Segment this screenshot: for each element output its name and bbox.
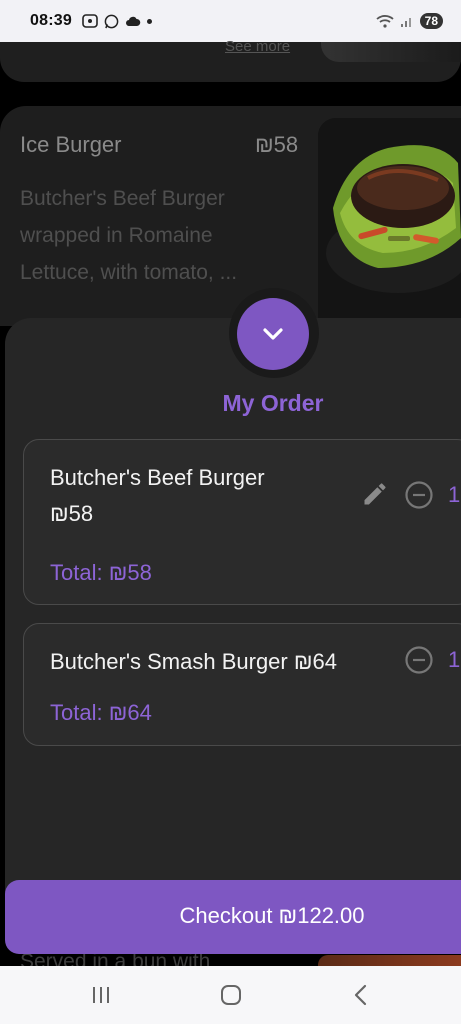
- back-button[interactable]: [341, 980, 381, 1010]
- battery-indicator: 78: [419, 13, 443, 29]
- burger-photo: [318, 118, 461, 318]
- back-icon: [354, 984, 367, 1006]
- status-notification-icons: [82, 14, 152, 29]
- order-item-quantity: 1: [448, 647, 461, 672]
- recent-apps-button[interactable]: [81, 980, 121, 1010]
- notification-dot-icon: [146, 18, 152, 24]
- menu-item-description: Butcher's Beef Burger wrapped in Romaine…: [20, 180, 290, 291]
- status-bar: 08:39 78: [0, 0, 461, 42]
- menu-item-card-previous: See more: [0, 38, 461, 82]
- status-time: 08:39: [30, 12, 72, 29]
- see-more-link: See more: [225, 38, 291, 55]
- home-icon: [221, 985, 241, 1005]
- system-navigation-bar: [0, 966, 461, 1024]
- minus-circle-icon[interactable]: [404, 480, 434, 510]
- order-item-quantity: 1: [448, 482, 461, 507]
- pencil-icon[interactable]: [361, 480, 389, 508]
- wifi-icon: [376, 15, 394, 28]
- order-item-card[interactable]: Butcher's Beef Burger ₪58 1 Total: ₪58: [23, 439, 461, 605]
- chevron-down-icon: [263, 328, 283, 340]
- minus-circle-icon[interactable]: [404, 645, 434, 675]
- menu-item-title: Ice Burger: [20, 132, 122, 157]
- order-item-name: Butcher's Beef Burger ₪58: [50, 460, 330, 532]
- recent-apps-icon: [93, 987, 109, 1003]
- description-line: Lettuce, with tomato, ...: [20, 261, 238, 284]
- order-item-total: Total: ₪58: [50, 560, 152, 585]
- order-item-name: Butcher's Smash Burger ₪64: [50, 649, 338, 674]
- sheet-title: My Order: [222, 390, 324, 416]
- checkout-button[interactable]: Checkout ₪122.00: [5, 880, 461, 954]
- menu-item-image: [321, 42, 461, 62]
- checkout-label: Checkout ₪122.00: [179, 903, 365, 928]
- order-item-price: ₪58: [50, 501, 94, 526]
- order-item-card[interactable]: Butcher's Smash Burger ₪64 1 Total: ₪64: [23, 623, 461, 746]
- signal-icon: [400, 18, 411, 27]
- description-line: wrapped in Romaine: [20, 224, 213, 247]
- status-system-icons: 78: [376, 13, 443, 29]
- collapse-sheet-button[interactable]: [237, 298, 309, 370]
- screenshot-icon: [82, 14, 98, 28]
- home-button[interactable]: [211, 980, 251, 1010]
- order-item-total: Total: ₪64: [50, 700, 152, 725]
- description-line: Butcher's Beef Burger: [20, 187, 225, 210]
- order-item-name-line: Butcher's Beef Burger: [50, 465, 265, 490]
- whatsapp-icon: [104, 14, 119, 28]
- cloud-icon: [125, 16, 141, 26]
- menu-item-price: ₪58: [255, 132, 299, 157]
